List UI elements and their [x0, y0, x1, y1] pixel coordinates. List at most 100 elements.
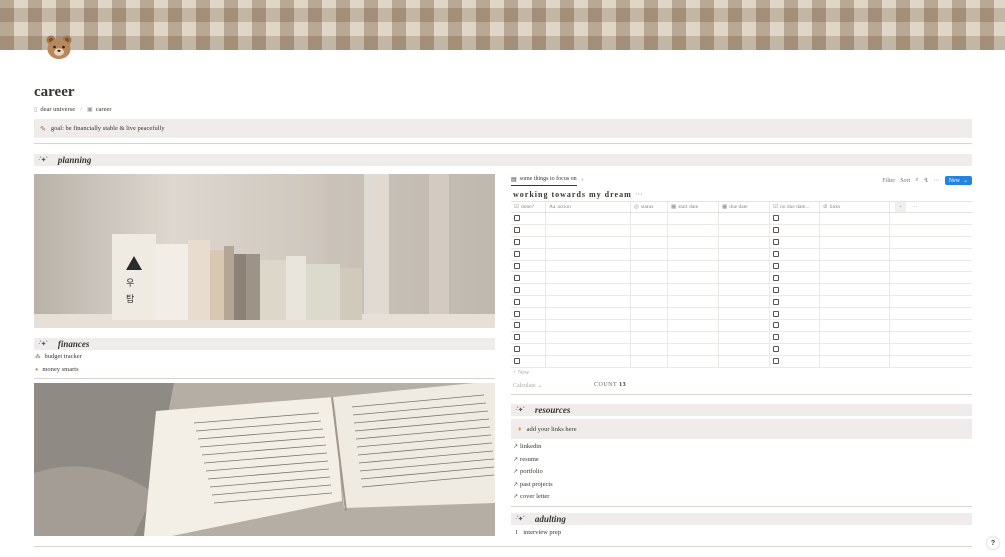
money-smarts-link[interactable]: ● money smarts [35, 366, 79, 373]
table-cell[interactable] [719, 213, 770, 224]
table-cell[interactable] [820, 284, 890, 296]
table-cell[interactable] [820, 224, 890, 236]
table-cell[interactable] [546, 343, 631, 355]
checkbox[interactable] [773, 263, 779, 269]
table-cell[interactable] [719, 272, 770, 284]
checkbox[interactable] [773, 286, 779, 293]
table-cell[interactable] [631, 213, 668, 224]
table-cell[interactable] [820, 320, 890, 331]
table-cell[interactable] [668, 260, 719, 272]
column-header-action[interactable]: Aa action [546, 202, 631, 212]
new-row-button[interactable]: + New [513, 370, 529, 376]
table-cell[interactable] [631, 320, 668, 331]
table-cell[interactable] [511, 308, 546, 320]
table-cell[interactable] [770, 308, 820, 320]
table-row[interactable] [511, 284, 972, 297]
resume-link[interactable]: ↗ resume [513, 456, 539, 463]
table-cell[interactable] [770, 296, 820, 308]
table-cell[interactable] [770, 355, 820, 367]
table-cell[interactable] [668, 320, 719, 331]
checkbox[interactable] [773, 310, 779, 317]
table-cell[interactable] [546, 236, 631, 248]
past-projects-link[interactable]: ↗ past projects [513, 481, 553, 488]
table-cell[interactable] [719, 308, 770, 320]
table-cell[interactable] [668, 224, 719, 236]
chevron-down-icon[interactable]: ⌄ [963, 177, 968, 184]
checkbox[interactable] [773, 215, 779, 222]
table-cell[interactable] [820, 308, 890, 320]
checkbox[interactable] [514, 239, 520, 246]
table-cell[interactable] [546, 320, 631, 331]
table-row[interactable] [511, 320, 972, 332]
table-cell[interactable] [890, 296, 972, 307]
table-cell[interactable] [770, 248, 820, 260]
table-cell[interactable] [668, 236, 719, 248]
table-cell[interactable] [546, 284, 631, 296]
table-cell[interactable] [631, 272, 668, 284]
table-cell[interactable] [890, 261, 972, 272]
table-cell[interactable] [719, 331, 770, 343]
table-cell[interactable] [890, 213, 972, 224]
table-cell[interactable] [820, 343, 890, 355]
table-cell[interactable] [668, 248, 719, 260]
cover-letter-link[interactable]: ↗ cover letter [513, 493, 549, 500]
checkbox[interactable] [773, 239, 779, 246]
table-cell[interactable] [719, 248, 770, 260]
checkbox[interactable] [514, 310, 520, 317]
table-cell[interactable] [719, 260, 770, 272]
add-view-button[interactable]: + [581, 178, 584, 184]
checkbox[interactable] [514, 251, 520, 258]
table-cell[interactable] [668, 308, 719, 320]
table-cell[interactable] [511, 320, 546, 331]
goal-callout[interactable]: ✎ goal: be financially stable & live pea… [34, 119, 972, 138]
table-cell[interactable] [631, 343, 668, 355]
search-icon[interactable]: ⌕ [915, 177, 918, 184]
table-cell[interactable] [890, 332, 972, 343]
table-cell[interactable] [890, 308, 972, 319]
table-row[interactable] [511, 343, 972, 356]
table-cell[interactable] [546, 331, 631, 343]
table-row[interactable] [511, 260, 972, 273]
table-row[interactable] [511, 236, 972, 249]
table-cell[interactable] [511, 224, 546, 236]
table-cell[interactable] [511, 284, 546, 296]
budget-tracker-link[interactable]: ⁂ budget tracker [35, 353, 82, 360]
table-cell[interactable] [668, 272, 719, 284]
table-cell[interactable] [890, 356, 972, 367]
checkbox[interactable] [514, 346, 520, 353]
table-cell[interactable] [770, 236, 820, 248]
page-cover[interactable] [0, 0, 1005, 50]
table-cell[interactable] [820, 355, 890, 367]
table-cell[interactable] [820, 331, 890, 343]
more-columns-button[interactable]: ··· [912, 204, 918, 210]
checkbox[interactable] [773, 298, 779, 305]
table-cell[interactable] [668, 331, 719, 343]
table-cell[interactable] [668, 284, 719, 296]
column-header-due-date[interactable]: ▦ due date [719, 202, 770, 212]
table-cell[interactable] [820, 296, 890, 308]
table-cell[interactable] [546, 308, 631, 320]
table-row[interactable] [511, 213, 972, 225]
checkbox[interactable] [514, 322, 520, 329]
breadcrumb-item-dear-universe[interactable]: ▯ dear universe [34, 106, 75, 113]
checkbox[interactable] [773, 274, 779, 281]
table-cell[interactable] [511, 331, 546, 343]
add-column-button[interactable]: + [895, 202, 906, 212]
table-cell[interactable] [719, 320, 770, 331]
links-callout[interactable]: ♦ add your links here [511, 419, 972, 439]
checkbox[interactable] [773, 346, 779, 353]
table-cell[interactable] [890, 272, 972, 283]
table-cell[interactable] [719, 343, 770, 355]
checkbox[interactable] [514, 286, 520, 293]
table-cell[interactable] [770, 272, 820, 284]
table-cell[interactable] [546, 272, 631, 284]
table-row[interactable] [511, 272, 972, 285]
database-title[interactable]: working towards my dream ··· [513, 190, 643, 199]
table-cell[interactable] [770, 320, 820, 331]
portfolio-link[interactable]: ↗ portfolio [513, 468, 543, 475]
table-cell[interactable] [890, 284, 972, 295]
table-cell[interactable] [820, 213, 890, 224]
checkbox[interactable] [514, 358, 520, 365]
table-cell[interactable] [631, 331, 668, 343]
table-cell[interactable] [820, 248, 890, 260]
